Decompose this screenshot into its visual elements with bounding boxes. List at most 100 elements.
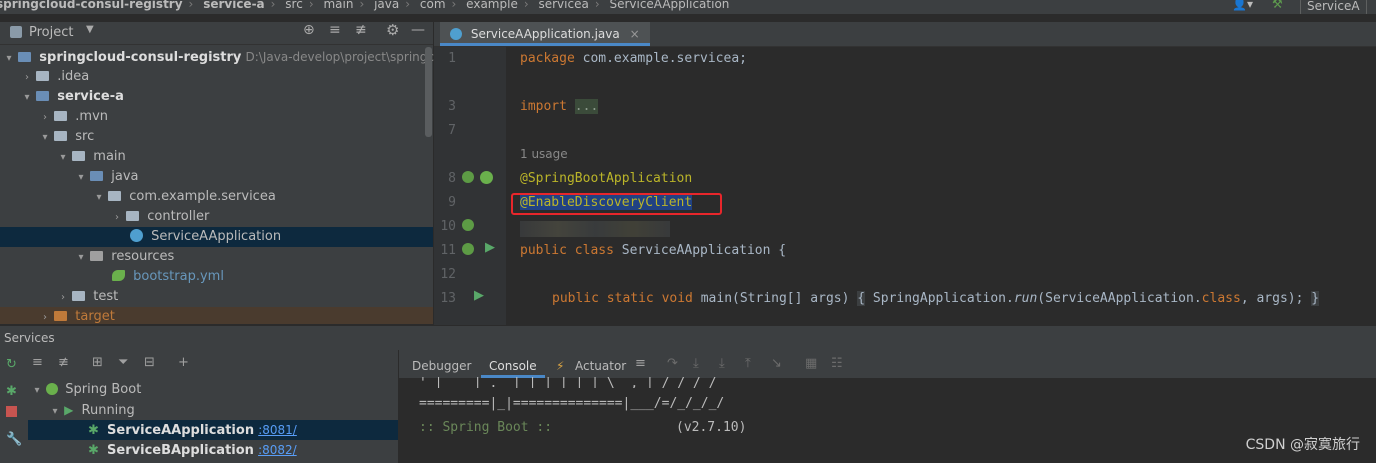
step-into-icon[interactable]: ⤓ [693,356,699,371]
user-icon[interactable]: 👤▾ [1232,0,1253,11]
tree-item-label: .idea [57,69,90,84]
breadcrumb-item[interactable]: main [323,0,353,11]
code-text: (ServiceAApplication. [1037,291,1202,306]
chevron-right-icon[interactable]: › [58,288,68,308]
chevron-down-icon[interactable]: ▾ [40,128,50,148]
breadcrumb-item[interactable]: example [466,0,518,11]
breadcrumb-item[interactable]: com [420,0,446,11]
services-state-running[interactable]: ▾ ▶ Running [28,400,398,420]
editor-tab-active[interactable]: ServiceAApplication.java × [440,22,650,46]
scrollbar[interactable] [425,47,432,137]
chevron-down-icon[interactable]: ▾ [22,88,32,108]
step-over-icon[interactable]: ↷ [667,356,678,371]
chevron-down-icon[interactable]: ▾ [76,168,86,188]
tree-item-java[interactable]: ▾ java [0,167,433,187]
breadcrumb-item[interactable]: service-a [203,0,264,11]
breadcrumb-item[interactable]: servicea [538,0,588,11]
chevron-down-icon[interactable]: ▾ [58,148,68,168]
tab-actuator[interactable]: Actuator [575,350,626,378]
code-editor[interactable]: package com.example.servicea; import ...… [506,47,1376,325]
tree-item-package[interactable]: ▾ com.example.servicea [0,187,433,207]
project-view-title[interactable]: Project [29,25,73,40]
bean-search-icon[interactable] [462,219,474,231]
locate-icon[interactable]: ⊕ [303,22,315,38]
hide-panel-icon[interactable]: — [411,22,425,38]
tree-item-bootstrap-yml[interactable]: bootstrap.yml [0,267,433,287]
tree-item-test[interactable]: › test [0,287,433,307]
refresh-icon[interactable]: ↻ [6,357,17,372]
new-tab-icon[interactable]: ⊟ [144,355,155,370]
tree-item-controller[interactable]: › controller [0,207,433,227]
tree-item-mvn[interactable]: › .mvn [0,107,433,127]
wrench-icon[interactable]: 🔧 [6,432,22,447]
chevron-down-icon[interactable]: ▾ [50,402,60,422]
chevron-down-icon[interactable]: ▼ [86,24,94,35]
folder-icon [36,71,50,81]
console-line: =========|_|==============|___/=/_/_/_/ [419,396,725,411]
menu-icon[interactable]: ≡ [635,356,646,371]
close-icon[interactable]: × [630,27,640,41]
breadcrumb-item[interactable]: springcloud-consul-registry [0,0,183,11]
chevron-down-icon[interactable]: ▾ [4,49,14,69]
tree-item-label: main [93,149,126,164]
chevron-right-icon[interactable]: › [22,68,32,88]
expand-all-icon[interactable]: ≡ [329,22,341,38]
code-keyword: class [1201,291,1241,306]
chevron-right-icon[interactable]: › [40,108,50,128]
evaluate-icon[interactable]: ▦ [805,356,817,371]
step-out-icon[interactable]: ⤒ [745,356,751,371]
folder-icon [54,131,68,141]
run-icon[interactable]: ▶ [474,288,484,303]
services-app-row[interactable]: ✱ ServiceBApplication :8082/ [28,440,398,460]
project-view-icon [10,26,22,38]
spring-boot-icon[interactable] [480,171,493,184]
folded-region[interactable]: ... [574,99,599,114]
debug-icon[interactable]: ✱ [6,384,17,399]
code-text: com.example.servicea; [574,51,747,66]
chevron-right-icon[interactable]: › [40,308,50,324]
tree-item-service-a[interactable]: ▾ service-a [0,87,433,107]
chevron-right-icon[interactable]: › [112,208,122,228]
bean-search-icon[interactable] [462,243,474,255]
breadcrumb-item[interactable]: java [374,0,399,11]
force-step-into-icon[interactable]: ⤓ [719,356,725,371]
stop-icon[interactable] [6,406,17,417]
build-hammer-icon[interactable]: ⚒ [1272,0,1283,11]
group-by-icon[interactable]: ⊞ [92,355,103,370]
usage-hint[interactable]: 1 usage [520,147,568,161]
tree-item-idea[interactable]: › .idea [0,67,433,87]
collapse-all-icon[interactable]: ≢ [355,22,367,38]
tree-item-label: src [75,129,95,144]
collapse-all-icon[interactable]: ≢ [58,355,69,370]
services-app-port-link[interactable]: :8082/ [258,443,297,457]
breadcrumb-item[interactable]: src [285,0,303,11]
services-group-label: Spring Boot [65,382,142,397]
services-app-name: ServiceBApplication [107,443,254,458]
tree-item-src[interactable]: ▾ src [0,127,433,147]
tree-item-main[interactable]: ▾ main [0,147,433,167]
trace-icon[interactable]: ☷ [831,356,843,371]
expand-all-icon[interactable]: ≡ [32,355,43,370]
run-to-cursor-icon[interactable]: ↘ [771,356,782,371]
tree-root[interactable]: ▾ springcloud-consul-registry D:\Java-de… [0,47,464,69]
run-config-selector[interactable]: ServiceA [1300,0,1367,14]
tab-debugger[interactable]: Debugger [412,350,471,378]
add-service-icon[interactable]: + [178,355,189,370]
services-app-port-link[interactable]: :8081/ [258,423,297,437]
tree-item-serviceaapplication[interactable]: ServiceAApplication [0,227,433,247]
tab-console[interactable]: Console [481,350,545,378]
filter-icon[interactable]: ⏷ [118,355,128,370]
tree-item-target[interactable]: › target [0,307,433,324]
services-group-spring-boot[interactable]: ▾ Spring Boot [28,380,398,400]
services-app-row[interactable]: ✱ ServiceAApplication :8081/ [28,420,398,440]
chevron-down-icon[interactable]: ▾ [32,381,42,401]
chevron-down-icon[interactable]: ▾ [94,188,104,208]
gear-icon[interactable]: ⚙ [386,21,399,39]
run-icon[interactable]: ▶ [485,240,495,255]
code-brace: } [1311,291,1320,306]
code-line: public static void main(String[] args) {… [552,291,1320,306]
breadcrumb-item[interactable]: ServiceAApplication [609,0,729,11]
chevron-down-icon[interactable]: ▾ [76,248,86,268]
bean-search-icon[interactable] [462,171,474,183]
tree-item-resources[interactable]: ▾ resources [0,247,433,267]
